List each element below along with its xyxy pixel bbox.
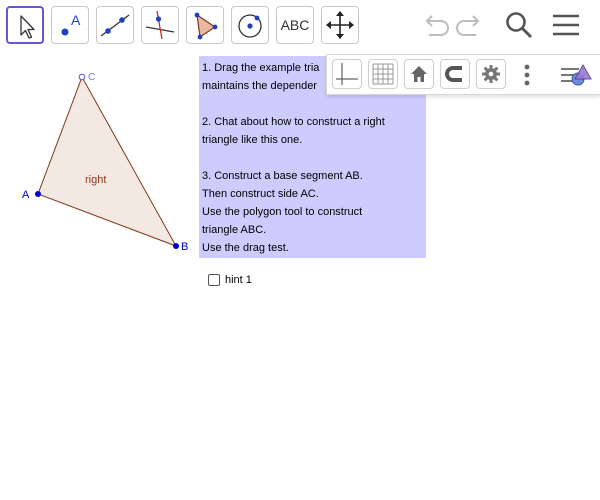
instruction-line: 2. Chat about how to construct a right [202,116,385,128]
grid-icon [372,63,394,85]
point-capturing-button[interactable] [440,59,470,89]
svg-text:A: A [71,12,81,28]
polygon-label: right [85,174,106,186]
perpendicular-line-tool-button[interactable] [141,6,179,44]
undo-icon[interactable] [419,9,451,41]
redo-icon[interactable] [454,9,486,41]
home-icon [411,66,427,82]
cursor-arrow-icon [20,15,35,39]
hint-checkbox-label: hint 1 [225,274,252,286]
standard-view-button[interactable] [404,59,434,89]
line-icon [100,14,130,37]
polygon-icon [194,12,218,40]
perpendicular-line-icon [145,10,175,40]
text-tool-button[interactable]: ABC [276,6,314,44]
move-tool-button[interactable] [6,6,44,44]
triangle-polygon[interactable] [37,75,178,247]
settings-gear-icon [482,65,500,83]
instruction-line: 3. Construct a base segment AB. [202,170,363,182]
instruction-line: Use the drag test. [202,242,289,254]
line-tool-button[interactable] [96,6,134,44]
snap-magnet-icon [445,66,462,82]
point-a[interactable] [35,191,41,197]
hamburger-menu-icon[interactable] [550,9,582,41]
graphics-view[interactable]: right A B C [0,52,200,262]
instruction-line: triangle like this one. [202,134,303,146]
polygon-tool-button[interactable] [186,6,224,44]
toolbar: A ABC [0,0,600,52]
hint-checkbox-control[interactable]: hint 1 [208,273,252,287]
instruction-line: triangle ABC. [202,224,267,236]
point-icon: A [61,12,81,36]
instruction-line: Then construct side AC. [202,188,319,200]
point-b-label: B [181,241,188,253]
move-graphics-view-tool-button[interactable] [321,6,359,44]
hint-checkbox[interactable] [208,274,220,286]
point-c-label: C [88,72,95,83]
point-a-label: A [22,189,30,201]
point-b[interactable] [173,243,179,249]
text-tool-label: ABC [280,17,310,33]
circle-with-center-icon [238,14,262,38]
style-bar-toggle-icon[interactable] [559,60,595,90]
search-icon[interactable] [503,9,535,41]
circle-tool-button[interactable] [231,6,269,44]
point-c[interactable] [78,73,86,81]
point-tool-button[interactable]: A [51,6,89,44]
move-arrows-icon [326,11,354,39]
toggle-axes-button[interactable] [332,59,362,89]
toggle-grid-button[interactable] [368,59,398,89]
settings-button[interactable] [476,59,506,89]
more-vertical-icon[interactable] [519,60,535,90]
graphics-style-bar [326,54,600,95]
instruction-line: Use the polygon tool to construct [202,206,363,218]
axes-icon [336,63,358,85]
